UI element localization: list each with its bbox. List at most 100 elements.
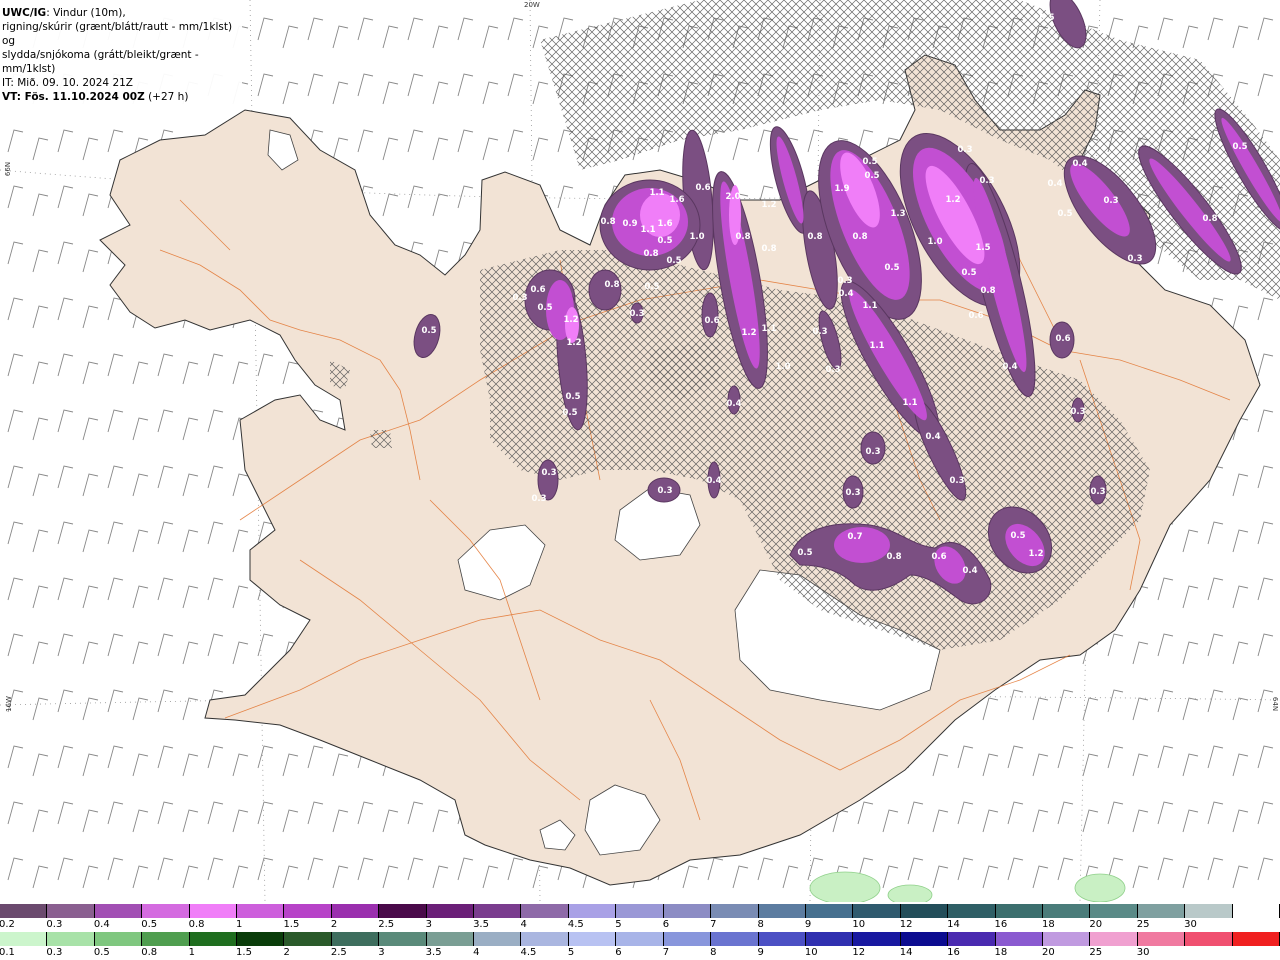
snow-swatch — [521, 904, 569, 918]
snow-legend-label: 5 — [615, 919, 622, 930]
precip-value-label: 1.5 — [975, 243, 990, 253]
rain-swatch — [189, 932, 238, 946]
snow-legend-label: 4.5 — [567, 919, 584, 930]
snow-legend-label: 12 — [899, 919, 913, 930]
snow-legend-label: 14 — [947, 919, 960, 930]
precip-value-label: 1.0 — [689, 232, 704, 242]
precip-value-label: 0.5 — [657, 236, 672, 246]
precip-value-label: 1.2 — [566, 338, 581, 348]
rain-legend-label: 30 — [1136, 947, 1150, 958]
precip-value-label: 0.3 — [837, 276, 852, 286]
rain-legend-label: 8 — [710, 947, 717, 958]
precip-value-label: 0.8 — [735, 232, 750, 242]
snow-swatch — [1090, 904, 1138, 918]
rain-legend-label: 0.8 — [141, 947, 158, 958]
precip-value-label: 0.3 — [512, 293, 527, 303]
rain-legend-label: 3 — [378, 947, 385, 958]
precip-value-label: 1.2 — [741, 328, 756, 338]
rain-legend-label: 3.5 — [425, 947, 442, 958]
snow-legend-label: 0.4 — [93, 919, 110, 930]
precip-value-label: 1.2 — [1028, 549, 1043, 559]
snow-swatch — [616, 904, 664, 918]
snow-swatch — [0, 904, 48, 918]
precip-value-label: 0.3 — [657, 486, 672, 496]
precip-value-label: 1.2 — [945, 195, 960, 205]
rain-legend-label: 12 — [852, 947, 866, 958]
snow-legend-label: 0.3 — [46, 919, 63, 930]
snow-swatch — [900, 904, 949, 918]
precip-value-label: 0.8 — [761, 244, 776, 254]
snow-legend-label: 9 — [804, 919, 812, 930]
rain-legend-label: 0.3 — [46, 947, 63, 958]
rain-swatch — [94, 932, 143, 946]
snow-legend-label: 10 — [852, 919, 866, 930]
precip-legend: 0.2 0.3 0.4 0.5 0.8 1 1.5 2 2.5 3 3.5 4 4.5 5 6 7 8 9 10 12… — [0, 902, 1280, 960]
precip-value-label: 0.8 — [807, 232, 822, 242]
rain-swatch — [1137, 932, 1186, 946]
snow-swatch — [995, 904, 1043, 918]
precip-value-label: 1.1 — [869, 341, 884, 351]
precip-value-label: 0.8 — [604, 280, 619, 290]
snow-swatch — [474, 904, 522, 918]
snow-swatch — [1232, 904, 1280, 918]
snow-legend-label: 18 — [1041, 919, 1055, 930]
rain-swatch — [900, 932, 949, 946]
info-title-line: UWC/IG: Vindur (10m), — [2, 6, 240, 20]
map-info-panel: UWC/IG: Vindur (10m), rigning/skúrir (gr… — [0, 0, 242, 108]
snow-swatch — [758, 904, 806, 918]
rain-swatch — [237, 932, 285, 946]
rain-swatch — [331, 932, 380, 946]
rain-legend-label: 6 — [615, 947, 622, 958]
precip-value-label: 0.4 — [1047, 179, 1062, 189]
precip-value-label: 1.1 — [640, 225, 655, 235]
rain-legend-label: 16 — [947, 947, 960, 958]
rain-swatch — [0, 932, 48, 946]
precip-value-label: 0.3 — [1127, 254, 1142, 264]
precip-value-label: 0.4 — [925, 432, 940, 442]
snow-swatch — [805, 904, 854, 918]
valid-time-offset: (+27 h) — [144, 91, 189, 103]
map-canvas[interactable]: 0.5 1.1 0.6 2.0 1.6 1.2 0.8 0.9 1.6 1.1 1.0 0.8 0.5 0… — [0, 0, 1280, 960]
valid-time-date: VT: Fös. 11.10.2024 00Z — [2, 91, 145, 103]
snow-legend-label: 1.5 — [283, 919, 300, 930]
rain-swatch — [142, 932, 190, 946]
snow-swatch — [331, 904, 380, 918]
grid-label-top: 20W — [524, 1, 540, 9]
snow-swatch — [142, 904, 190, 918]
precip-value-label: 1.3 — [890, 209, 905, 219]
precip-value-label: 0.5 — [644, 282, 659, 292]
precip-value-label: 0.8 — [600, 217, 615, 227]
rain-swatch — [995, 932, 1043, 946]
precip-value-label: 0.5 — [862, 157, 877, 167]
snow-swatch — [711, 904, 759, 918]
model-name: UWC/IG — [2, 7, 47, 19]
precip-value-label: 0.4 — [962, 566, 977, 576]
rain-swatch — [521, 932, 569, 946]
rain-legend-label: 1 — [188, 947, 195, 958]
precip-value-label: 0.6 — [968, 311, 983, 321]
init-time: IT: Mið. 09. 10. 2024 21Z — [2, 77, 133, 89]
precip-value-label: 1.1 — [761, 324, 776, 334]
snow-swatch — [568, 904, 617, 918]
snow-swatch — [379, 904, 427, 918]
precip-value-label: 1.2 — [563, 315, 578, 325]
snow-legend-labels: 0.2 0.3 0.4 0.5 0.8 1 1.5 2 2.5 3 3.5 4 4.5 5 6 7 8 9 10 12… — [0, 919, 1280, 931]
precip-value-label: 0.5 — [666, 256, 681, 266]
precip-value-label: 0.6 — [1055, 334, 1070, 344]
precip-value-label: 0.8 — [643, 249, 658, 259]
rain-legend-label: 2.5 — [330, 947, 347, 958]
precip-value-label: 0.5 — [421, 326, 436, 336]
snow-legend-label: 25 — [1136, 919, 1150, 930]
rain-legend-label: 1.5 — [236, 947, 252, 958]
snow-swatch — [426, 904, 475, 918]
rain-legend-label: 10 — [804, 947, 818, 958]
precip-value-label: 0.3 — [812, 327, 827, 337]
precip-value-label: 1.0 — [775, 362, 790, 372]
precip-value-label: 1.6 — [657, 219, 672, 229]
snow-legend-label: 0.2 — [0, 919, 15, 930]
precip-value-label: 0.4 — [726, 399, 741, 409]
info-line-2: rigning/skúrir (grænt/blátt/rautt - mm/1… — [2, 21, 233, 47]
snow-swatch — [189, 904, 238, 918]
precip-value-label: 0.3 — [1070, 407, 1085, 417]
precip-value-label: 0.6 — [931, 552, 946, 562]
